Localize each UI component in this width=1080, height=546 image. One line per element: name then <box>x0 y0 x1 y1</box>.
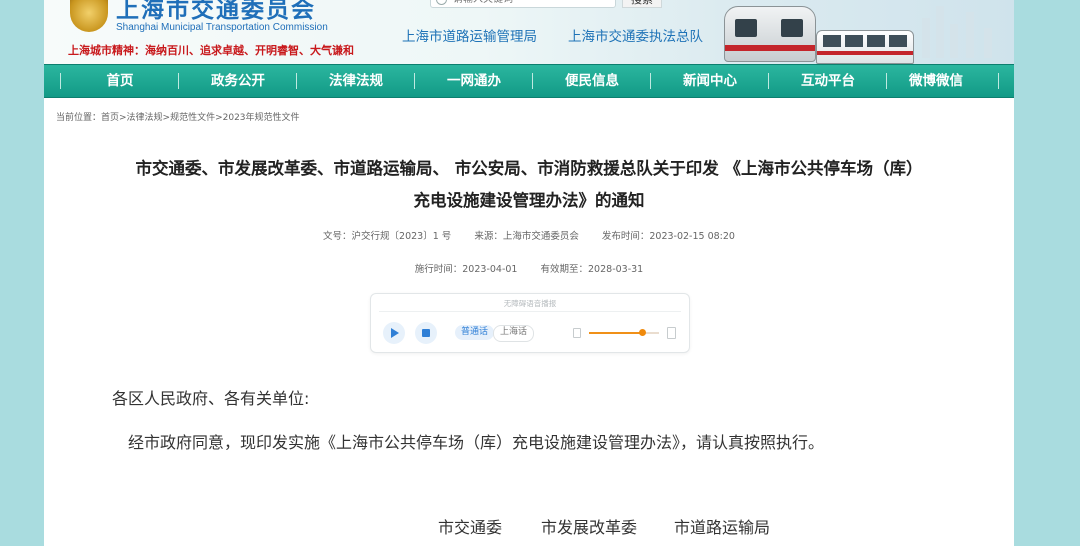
audio-player: 无障碍语音播报 普通话 上海话 <box>370 293 690 353</box>
article-meta-row1: 文号：沪交行规〔2023〕1 号 来源：上海市交通委员会 发布时间：2023-0… <box>44 228 1014 242</box>
player-divider <box>379 311 681 312</box>
site-title-en: Shanghai Municipal Transportation Commis… <box>116 22 328 33</box>
nav-item-news[interactable]: 新闻中心 <box>651 65 769 97</box>
main-nav: 首页 政务公开 法律法规 一网通办 便民信息 新闻中心 互动平台 微博微信 <box>44 64 1014 98</box>
header-banner: 上海市交通委员会 Shanghai Municipal Transportati… <box>44 0 1014 64</box>
skyline-building <box>936 6 944 58</box>
skyline-building <box>950 24 958 58</box>
doc-source: 来源：上海市交通委员会 <box>474 231 579 242</box>
page-container: 上海市交通委员会 Shanghai Municipal Transportati… <box>44 0 1014 546</box>
link-enforcement-corps[interactable]: 上海市交通委执法总队 <box>568 25 703 45</box>
nav-item-laws[interactable]: 法律法规 <box>297 65 415 97</box>
signatory-road-transport: 市道路运输局 <box>674 518 771 537</box>
article-title-line1: 市交通委、市发展改革委、市道路运输局、 市公安局、市消防救援总队关于印发 《上海… <box>135 159 923 178</box>
metro-train-illustration <box>724 6 816 62</box>
effective-date: 施行时间：2023-04-01 <box>414 264 518 275</box>
bus-illustration <box>816 30 914 64</box>
nav-item-public-info[interactable]: 便民信息 <box>533 65 651 97</box>
publish-time: 发布时间：2023-02-15 08:20 <box>601 231 735 242</box>
play-icon <box>391 328 399 338</box>
voice-option-mandarin[interactable]: 普通话 <box>455 325 495 340</box>
volume-slider-handle[interactable] <box>638 329 646 336</box>
skyline-building <box>922 18 930 58</box>
salutation: 各区人民政府、各有关单位: <box>112 389 310 408</box>
signatory-transport-commission: 市交通委 <box>438 518 503 537</box>
signatory-development-reform: 市发展改革委 <box>541 518 638 537</box>
city-slogan: 上海城市精神：海纳百川、追求卓越、开明睿智、大气谦和 <box>68 44 354 57</box>
player-hint: 无障碍语音播报 <box>503 299 557 308</box>
search-input[interactable] <box>430 0 616 8</box>
nav-item-home[interactable]: 首页 <box>61 65 179 97</box>
volume-low-icon <box>573 328 581 338</box>
article-title-line2: 充电设施建设管理办法》的通知 <box>413 191 645 210</box>
body-paragraph: 经市政府同意，现印发实施《上海市公共停车场（库）充电设施建设管理办法》，请认真按… <box>128 433 825 452</box>
nav-item-weibo-wechat[interactable]: 微博微信 <box>877 65 995 97</box>
nav-item-government-affairs[interactable]: 政务公开 <box>179 65 297 97</box>
nav-item-interaction[interactable]: 互动平台 <box>769 65 887 97</box>
doc-number: 文号：沪交行规〔2023〕1 号 <box>323 231 452 242</box>
breadcrumb[interactable]: 当前位置：首页>法律法规>规范性文件>2023年规范性文件 <box>56 110 300 123</box>
nav-separator <box>998 73 999 89</box>
logo-emblem-icon[interactable] <box>70 0 108 32</box>
skyline-building <box>966 12 974 58</box>
skyline-building <box>984 28 992 58</box>
volume-slider-fill <box>589 332 642 334</box>
valid-until: 有效期至：2028-03-31 <box>540 264 644 275</box>
volume-high-icon <box>667 327 676 339</box>
nav-item-online-service[interactable]: 一网通办 <box>415 65 533 97</box>
link-road-transport-bureau[interactable]: 上海市道路运输管理局 <box>402 25 537 45</box>
voice-option-shanghainese[interactable]: 上海话 <box>493 325 535 342</box>
site-title[interactable]: 上海市交通委员会 <box>116 0 316 24</box>
search-button[interactable]: 搜索 <box>622 0 662 8</box>
article-meta-row2: 施行时间：2023-04-01 有效期至：2028-03-31 <box>44 261 1014 275</box>
volume-slider[interactable] <box>589 329 659 336</box>
play-button[interactable] <box>383 322 405 344</box>
stop-icon <box>422 329 430 337</box>
stop-button[interactable] <box>415 322 437 344</box>
